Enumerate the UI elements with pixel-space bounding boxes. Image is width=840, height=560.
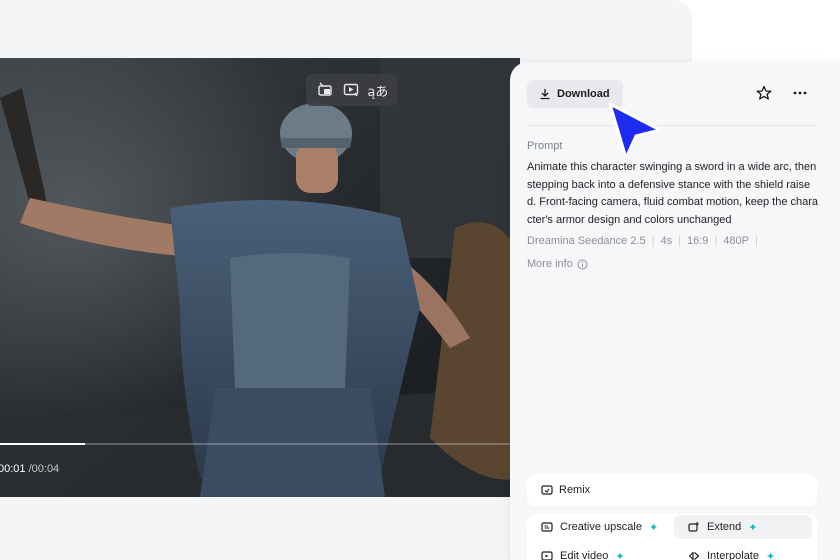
extend-label: Extend xyxy=(707,521,742,533)
remix-label: Remix xyxy=(559,484,591,496)
video-toolbar: ąあ xyxy=(306,74,397,106)
sparkle-icon: ✦ xyxy=(615,550,625,560)
prompt-label: Prompt xyxy=(527,140,563,152)
model-name: Dreamina Seedance 2.5 xyxy=(527,235,646,247)
download-label: Download xyxy=(557,88,610,100)
play-frame-icon[interactable] xyxy=(340,79,362,101)
more-info-link[interactable]: More info xyxy=(527,258,588,270)
edit-video-button[interactable]: Edit video ✦ xyxy=(527,544,625,560)
pip-icon[interactable] xyxy=(314,79,336,101)
interpolate-label: Interpolate xyxy=(707,550,759,560)
edit-video-label: Edit video xyxy=(560,550,609,560)
sparkle-icon: ✦ xyxy=(648,521,659,534)
pointer-cursor-icon xyxy=(604,100,666,167)
download-icon xyxy=(540,89,550,100)
remix-button[interactable]: Remix xyxy=(527,474,817,506)
more-info-label: More info xyxy=(527,258,573,270)
interpolate-button[interactable]: Interpolate ✦ xyxy=(674,544,775,560)
extend-button[interactable]: Extend ✦ xyxy=(674,515,812,539)
progress-fill xyxy=(0,443,85,445)
aspect-ratio: 16:9 xyxy=(686,235,709,247)
prompt-text: Animate this character swinging a sword … xyxy=(527,161,819,226)
upscale-icon xyxy=(541,522,553,532)
current-time: 00:01 xyxy=(0,463,26,475)
interpolate-icon xyxy=(688,551,700,560)
video-frame xyxy=(0,58,520,497)
sparkle-icon: ✦ xyxy=(765,550,776,560)
info-icon xyxy=(577,259,588,269)
extend-icon xyxy=(688,522,699,532)
progress-bar[interactable] xyxy=(0,443,520,445)
creative-upscale-label: Creative upscale xyxy=(560,521,642,533)
generation-meta: Dreamina Seedance 2.5 | 4s | 16:9 | 480P | xyxy=(527,235,758,247)
remix-icon xyxy=(541,485,553,495)
time-readout: 00:01 /00:04 xyxy=(0,463,59,475)
more-options-icon[interactable] xyxy=(791,85,809,106)
video-player[interactable]: ąあ 00:01 /00:04 xyxy=(0,58,520,497)
resolution: 480P xyxy=(723,235,749,247)
star-icon[interactable] xyxy=(756,85,772,106)
actions-card: Creative upscale ✦ Extend ✦ Edit video ✦… xyxy=(527,514,817,560)
details-panel: Download Prompt Animate this character s… xyxy=(510,62,840,560)
creative-upscale-button[interactable]: Creative upscale ✦ xyxy=(527,515,658,539)
edit-video-icon xyxy=(541,551,553,560)
sparkle-icon: ✦ xyxy=(748,521,758,534)
translate-icon[interactable]: ąあ xyxy=(367,79,389,101)
duration: 4s xyxy=(660,235,673,247)
divider xyxy=(527,125,817,126)
total-time: /00:04 xyxy=(28,463,60,475)
